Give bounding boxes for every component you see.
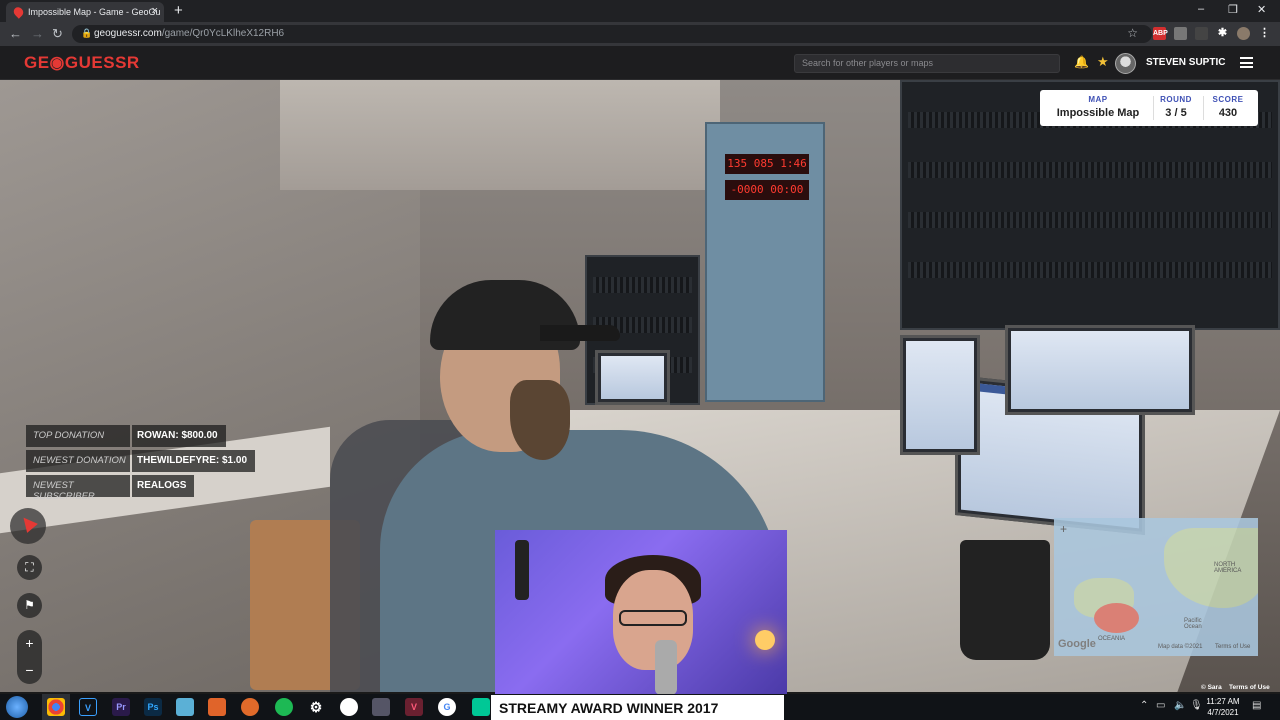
score-value: 430	[1218, 107, 1238, 119]
vegas-icon[interactable]: V	[79, 698, 97, 716]
pacific-ocean-label: Pacific Ocean	[1184, 618, 1202, 630]
reload-icon[interactable]: ↻	[52, 26, 63, 42]
user-avatar[interactable]	[1115, 53, 1136, 74]
top-donation-value: ROWAN: $800.00	[132, 425, 226, 447]
vivaldi-icon[interactable]: V	[405, 698, 423, 716]
zoom-out-button[interactable]: −	[17, 657, 42, 684]
geoguessr-favicon-icon	[11, 5, 26, 19]
round-value: 3 / 5	[1165, 107, 1187, 119]
minimap-zoom-icon[interactable]: +	[1060, 522, 1067, 536]
map-label: MAP	[1088, 95, 1108, 104]
north-america-label: NORTH AMERICA	[1214, 562, 1242, 574]
premiere-icon[interactable]: Pr	[112, 698, 130, 716]
url-host: geoguessr.com	[94, 28, 162, 39]
newest-donation-label: NEWEST DONATION	[26, 450, 130, 472]
system-clock[interactable]: 11:27 AM 4/7/2021	[1203, 696, 1243, 718]
extension-grid-icon[interactable]	[1195, 27, 1208, 40]
guess-minimap[interactable]: + NORTH AMERICA Pacific Ocean OCEANIA Go…	[1054, 518, 1258, 656]
scene-ceiling	[280, 80, 720, 190]
notifications-icon[interactable]: ▤	[1252, 700, 1261, 711]
newest-subscriber-value: REALOGS	[132, 475, 195, 497]
microphone-icon[interactable]: 🎙	[1190, 700, 1203, 711]
close-window-button[interactable]: ✕	[1257, 3, 1266, 16]
player-search-input[interactable]: Search for other players or maps	[794, 54, 1060, 73]
url-field[interactable]: 🔒 geoguessr.com/game/Qr0YcLKlheX12RH6 ☆	[72, 25, 1152, 43]
site-header: GE◉GUESSR Search for other players or ma…	[0, 46, 1280, 80]
score-label: SCORE	[1212, 95, 1244, 104]
top-donation-label: TOP DONATION	[26, 425, 130, 447]
scene-led-display-bottom: -0000 00:00	[725, 180, 809, 200]
close-tab-icon[interactable]: ×	[152, 5, 158, 17]
tray-chevron-icon[interactable]: ⌃	[1140, 700, 1148, 711]
geoguessr-logo[interactable]: GE◉GUESSR	[24, 53, 140, 73]
network-icon[interactable]: ▭	[1156, 700, 1165, 711]
bookmark-star-icon[interactable]: ☆	[1127, 26, 1138, 40]
browser-menu-icon[interactable]: ⋮	[1258, 27, 1271, 40]
profile-avatar-icon[interactable]	[1237, 27, 1250, 40]
adblock-extension-icon[interactable]: ABP	[1153, 27, 1168, 40]
photoshop-icon[interactable]: Ps	[144, 698, 162, 716]
scene-mug	[960, 540, 1050, 660]
url-path: /game/Qr0YcLKlheX12RH6	[161, 28, 285, 39]
obs-icon[interactable]	[340, 698, 358, 716]
game-status-panel: MAP Impossible Map ROUND 3 / 5 SCORE 430	[1040, 90, 1258, 126]
app-icon[interactable]	[241, 698, 259, 716]
map-data-credit: Map data ©2021	[1158, 644, 1203, 650]
browser-tab[interactable]: Impossible Map - Game - GeoGu ×	[6, 2, 164, 22]
tab-title: Impossible Map - Game - GeoGu	[28, 7, 161, 17]
streamy-award-banner: STREAMY AWARD WINNER 2017	[491, 695, 784, 720]
fullscreen-icon[interactable]: ⛶	[17, 555, 42, 580]
streamer-webcam	[495, 530, 787, 695]
newest-donation-value: THEWILDEFYRE: $1.00	[132, 450, 256, 472]
pro-star-icon[interactable]: ★	[1097, 54, 1109, 70]
new-tab-button[interactable]: +	[174, 2, 183, 19]
scene-monitor	[900, 335, 980, 455]
google-logo: Google	[1058, 638, 1096, 650]
scene-led-display-top: 135 085 1:46	[725, 154, 809, 174]
return-to-start-flag-icon[interactable]: ⚑	[17, 593, 42, 618]
google-icon[interactable]: G	[438, 698, 456, 716]
maximize-button[interactable]: ❐	[1228, 3, 1238, 16]
sara-credit: © Sara	[1201, 684, 1222, 691]
game-icon[interactable]	[372, 698, 390, 716]
extensions-puzzle-icon[interactable]: ✱	[1216, 27, 1229, 40]
brave-icon[interactable]	[208, 698, 226, 716]
zoom-in-button[interactable]: +	[17, 630, 42, 657]
files-icon[interactable]	[176, 698, 194, 716]
scene-monitor-right	[1005, 325, 1195, 415]
terms-of-use-link[interactable]: Terms of Use	[1229, 684, 1270, 691]
chat-icon[interactable]	[472, 698, 490, 716]
extension-icon[interactable]	[1174, 27, 1187, 40]
map-name: Impossible Map	[1056, 107, 1140, 119]
back-icon[interactable]: ←	[9, 26, 22, 41]
clock-date: 4/7/2021	[1207, 708, 1239, 717]
zoom-control: + −	[17, 630, 42, 684]
round-label: ROUND	[1160, 95, 1192, 104]
notification-bell-icon[interactable]: 🔔	[1074, 55, 1089, 69]
settings-gear-icon[interactable]: ⚙	[307, 698, 325, 716]
compass-icon[interactable]	[10, 508, 46, 544]
address-bar: ← → ↻ 🔒 geoguessr.com/game/Qr0YcLKlheX12…	[0, 22, 1280, 46]
minimize-button[interactable]: –	[1198, 3, 1204, 15]
newest-subscriber-label: NEWEST SUBSCRIBER	[26, 475, 130, 502]
hamburger-menu-icon[interactable]	[1240, 57, 1253, 68]
forward-icon[interactable]: →	[31, 26, 44, 41]
map-terms-link[interactable]: Terms of Use	[1215, 644, 1250, 650]
oceania-label: OCEANIA	[1098, 636, 1126, 642]
lock-icon: 🔒	[81, 28, 93, 38]
username[interactable]: STEVEN SUPTIC	[1146, 57, 1225, 68]
browser-tab-strip: Impossible Map - Game - GeoGu × + – ❐ ✕	[0, 0, 1280, 22]
clock-time: 11:27 AM	[1206, 697, 1240, 706]
chrome-icon[interactable]	[47, 698, 65, 716]
volume-icon[interactable]: 🔈	[1174, 700, 1186, 711]
start-button-icon[interactable]	[6, 696, 28, 718]
spotify-icon[interactable]	[275, 698, 293, 716]
